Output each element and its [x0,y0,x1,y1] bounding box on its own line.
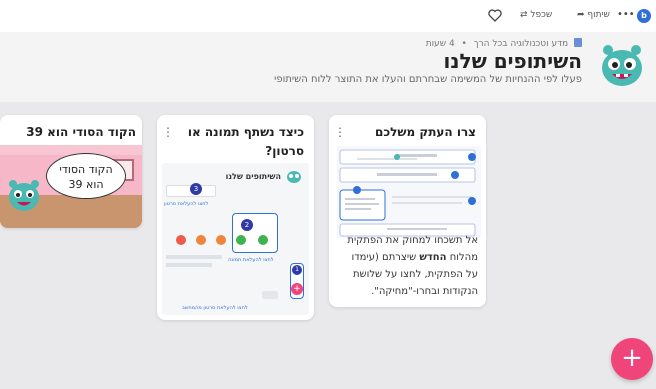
inner-fab: + [291,283,303,295]
speech-bubble: הקוד הסודי הוא 39 [46,153,126,199]
page-subtitle: פעלו לפי ההנחיות של המשימה שבחרתם והעלו … [274,74,582,85]
card-body-text: שיצרתם (עימדו [351,252,420,263]
inner-caption: לחצו להעלאת תמונה [228,257,274,263]
card-image-screenshot [337,146,481,238]
add-post-button[interactable]: + [611,338,653,380]
card-menu-icon[interactable]: ⋮ [334,125,346,139]
speech-bubble-line: הקוד הסודי [59,163,113,176]
step-2-badge: 2 [241,219,253,231]
brand-avatar[interactable]: b [637,9,651,23]
post-card[interactable]: ⋮ הקוד הסודי הוא 39 הקוד הסודי הוא 39 [0,115,142,228]
speech-bubble-line: הוא 39 [68,178,104,191]
inner-caption: לחצו להעלאת סרטון מהמחשב [182,305,248,311]
mascot-icon [287,171,301,183]
upload-icon [258,235,268,245]
card-body-line: על הפתקית, לחצו על שלושת [352,269,478,280]
document-icon [574,38,582,47]
card-body-line: הנקודות ובחרו-"מחיקה". [371,286,478,297]
remix-label: שכפל [530,10,553,20]
card-body-line: אל תשכחו למחוק את הפתקית [347,235,478,246]
card-body: אל תשכחו למחוק את הפתקית מהלוח החדש שיצר… [335,232,478,300]
share-icon: ➦ [577,10,585,20]
inner-caption: לחצו להעלאת סרטון [164,201,209,207]
upload-panel [232,213,278,253]
card-body-bold: החדש [419,252,447,263]
upload-icon [236,235,246,245]
card-body-text: מהלוח [446,252,478,263]
inner-line [166,255,222,259]
breadcrumb-course[interactable]: מדע וטכנולוגיה בכל הרך [474,39,568,49]
media-icon [216,235,226,245]
card-title: כיצד נשתף תמונה או סרטון? [187,125,304,158]
remix-icon: ⇄ [520,10,528,20]
page-title: השיתופים שלנו [443,49,582,73]
card-image-classroom: הקוד הסודי הוא 39 [0,145,142,228]
inner-line [166,263,212,267]
remix-button[interactable]: שכפל ⇄ [520,10,552,20]
card-title: הקוד הסודי הוא 39 [26,125,136,139]
more-icon[interactable]: ••• [617,9,635,20]
card-menu-icon[interactable]: ⋮ [162,125,174,139]
top-bar: b ••• שיתוף ➦ שכפל ⇄ [0,0,656,32]
mascot-avatar [602,45,642,86]
post-card[interactable]: ⋮ צרו העתק משלכם אל תשכחו למחוק את הפתקי… [329,115,486,307]
mascot-avatar [9,180,39,211]
media-icon [196,235,206,245]
inner-toggle [262,291,278,299]
card-image-screenshot: השיתופים שלנו 3 לחצו להעלאת סרטון 2 לחצו… [162,163,309,315]
step-1-badge: 1 [292,265,302,275]
inner-board-title: השיתופים שלנו [225,172,281,181]
post-card[interactable]: ⋮ כיצד נשתף תמונה או סרטון? השיתופים שלנ… [157,115,314,320]
media-icon [176,235,186,245]
step-3-badge: 3 [190,183,202,195]
share-label: שיתוף [587,10,610,20]
card-body-line: מהלוח החדש שיצרתם (עימדו [335,249,479,266]
breadcrumb: מדע וטכנולוגיה בכל הרך • 4 שעות [426,38,582,49]
card-title: צרו העתק משלכם [375,125,476,139]
breadcrumb-time: 4 שעות [425,39,455,49]
heart-icon[interactable] [488,9,502,22]
breadcrumb-separator: • [461,39,467,49]
share-button[interactable]: שיתוף ➦ [577,10,610,20]
